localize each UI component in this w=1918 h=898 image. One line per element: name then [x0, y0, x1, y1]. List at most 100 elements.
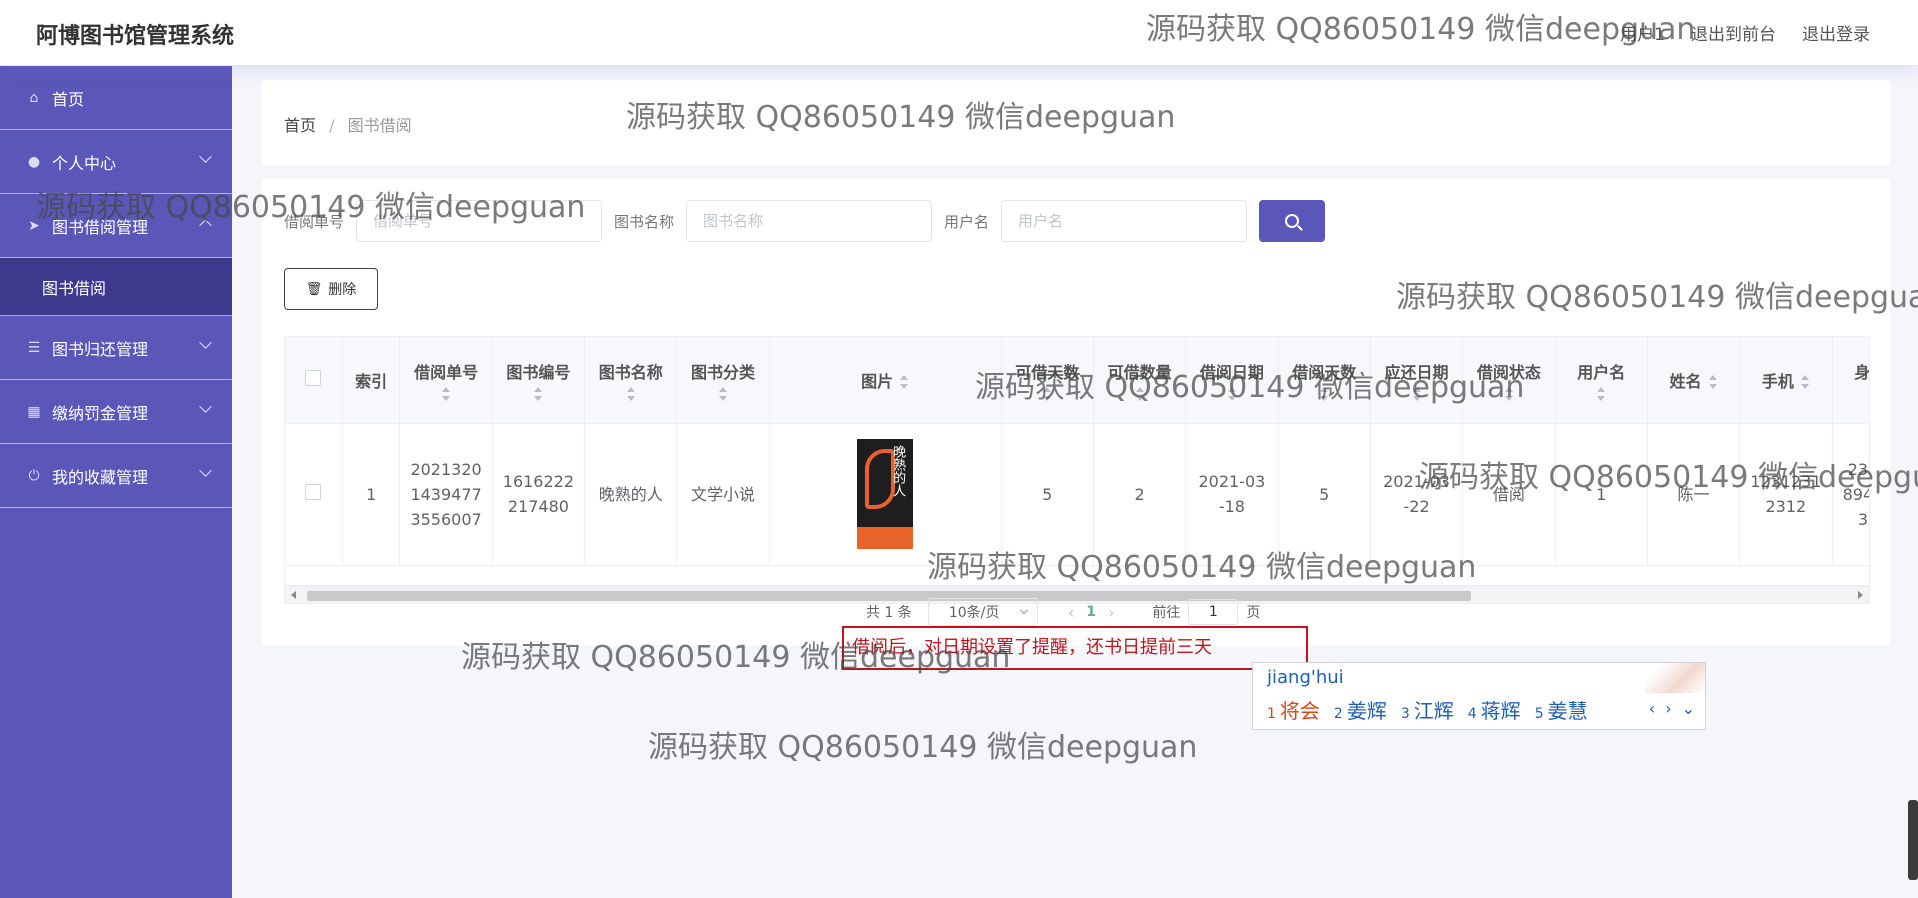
sort-icon[interactable]	[1227, 386, 1237, 401]
home-icon: ⌂	[29, 89, 39, 106]
table-cell: 陈一	[1647, 423, 1741, 566]
username-label: 用户名	[944, 212, 990, 231]
sidebar-subitem-book-borrow[interactable]: 图书借阅	[0, 258, 232, 316]
search-form: 借阅单号 图书名称 用户名	[284, 200, 1326, 242]
sort-icon[interactable]	[626, 386, 636, 401]
ime-candidate[interactable]: 4 蒋辉	[1468, 695, 1521, 724]
sort-icon[interactable]	[899, 375, 909, 390]
ime-candidate[interactable]: 5 姜慧	[1535, 695, 1588, 724]
goto-label: 前往	[1152, 605, 1181, 621]
column-header[interactable]: 姓名	[1647, 337, 1741, 424]
watermark: 源码获取 QQ86050149 微信deepguan	[648, 730, 1198, 765]
sidebar-item-fine-management[interactable]: ▦ 缴纳罚金管理	[0, 380, 232, 444]
book-name-input[interactable]	[686, 200, 933, 242]
scroll-right-icon[interactable]	[1858, 591, 1863, 599]
page-number[interactable]: 1	[1086, 604, 1096, 620]
column-header[interactable]: 图书编号	[492, 337, 586, 424]
grid-icon: ▦	[27, 403, 41, 420]
sidebar-item-borrow-management[interactable]: ➤ 图书借阅管理	[0, 194, 232, 258]
current-user-link[interactable]: 用户1	[1620, 20, 1665, 45]
page-size-select[interactable]: 10条/页	[927, 598, 1038, 626]
column-header[interactable]: 手机	[1739, 337, 1833, 424]
column-header: 索引	[342, 337, 401, 424]
prev-page-icon[interactable]: ‹	[1068, 603, 1074, 622]
top-bar: 阿博图书馆管理系统 用户1 退出到前台 退出登录	[0, 0, 1918, 66]
ime-candidate[interactable]: 2 姜辉	[1334, 695, 1387, 724]
column-header[interactable]: 借阅日期	[1185, 337, 1279, 424]
sort-icon[interactable]	[441, 386, 451, 401]
column-header[interactable]: 图片	[769, 337, 1002, 424]
column-header[interactable]: 用户名	[1555, 337, 1648, 424]
main-card: 借阅单号 图书名称 用户名 🗑 删除 索引 借阅单号 图书编号 图书名称	[262, 178, 1890, 646]
select-all-cell	[285, 337, 343, 424]
user-icon: ●	[27, 153, 41, 170]
sidebar-item-home[interactable]: ⌂ 首页	[0, 66, 232, 130]
borrow-table: 索引 借阅单号 图书编号 图书名称 图书分类 图片 可借天数 可借数量 借阅日期…	[284, 336, 1870, 586]
sidebar-item-label: 个人中心	[52, 153, 117, 173]
column-header[interactable]: 图书名称	[584, 337, 678, 424]
username-input[interactable]	[1001, 200, 1248, 242]
column-header[interactable]: 可借天数	[1001, 337, 1094, 424]
ime-prev-icon[interactable]: ‹	[1649, 699, 1655, 718]
sort-icon[interactable]	[718, 386, 728, 401]
exit-to-frontend-link[interactable]: 退出到前台	[1691, 20, 1776, 45]
column-header[interactable]: 借阅单号	[399, 337, 493, 424]
sort-icon[interactable]	[1800, 375, 1810, 390]
sidebar: ⌂ 首页 ● 个人中心 ➤ 图书借阅管理 图书借阅 ☰ 图书归还管理 ▦ 缴纳罚…	[0, 66, 232, 898]
top-links: 用户1 退出到前台 退出登录	[1620, 20, 1870, 45]
chevron-down-icon	[199, 336, 212, 349]
borrow-no-label: 借阅单号	[284, 212, 345, 231]
column-header[interactable]: 借阅天数	[1278, 337, 1371, 424]
table-cell: 2	[1093, 423, 1187, 566]
sort-icon[interactable]	[1504, 386, 1514, 401]
book-cover-image[interactable]: 晚熟的人	[829, 439, 942, 549]
sort-icon[interactable]	[1596, 386, 1606, 401]
delete-button[interactable]: 🗑 删除	[284, 268, 378, 310]
search-button[interactable]	[1259, 200, 1326, 242]
table-header-row: 索引 借阅单号 图书编号 图书名称 图书分类 图片 可借天数 可借数量 借阅日期…	[285, 337, 1869, 424]
ime-candidate-window: jiang'hui 1 将会 2 姜辉 3 江辉 4 蒋辉 5 姜慧 ‹ › ⌄	[1252, 662, 1706, 730]
book-cover-title: 晚熟的人	[890, 445, 906, 497]
book-cover: 晚熟的人	[857, 439, 914, 549]
column-header[interactable]: 借阅状态	[1462, 337, 1556, 424]
sort-icon[interactable]	[1708, 375, 1718, 390]
sort-icon[interactable]	[1135, 386, 1145, 401]
ime-candidate[interactable]: 1 将会	[1267, 695, 1320, 724]
column-header[interactable]: 应还日期	[1370, 337, 1464, 424]
borrow-no-input[interactable]	[356, 200, 603, 242]
sort-icon[interactable]	[1319, 386, 1329, 401]
sort-icon[interactable]	[533, 386, 543, 401]
sidebar-item-favorites-management[interactable]: ⏻ 我的收藏管理	[0, 444, 232, 508]
goto-page-input[interactable]: 1	[1188, 599, 1239, 625]
sidebar-item-return-management[interactable]: ☰ 图书归还管理	[0, 316, 232, 380]
table-row: 1 2021320 1439477 3556007 1616222 217480…	[285, 423, 1869, 566]
sort-icon[interactable]	[1042, 386, 1052, 401]
list-icon: ☰	[27, 339, 41, 356]
logout-link[interactable]: 退出登录	[1802, 20, 1870, 45]
scroll-left-icon[interactable]	[291, 591, 296, 599]
ime-pinyin: jiang'hui	[1267, 667, 1344, 688]
table-cell: 1	[342, 423, 401, 566]
ime-nav: ‹ › ⌄	[1649, 699, 1695, 718]
column-header[interactable]: 可借数量	[1093, 337, 1187, 424]
breadcrumb-separator: /	[329, 116, 335, 135]
column-header[interactable]: 身份证	[1832, 337, 1869, 424]
column-header[interactable]: 图书分类	[676, 337, 770, 424]
next-page-icon[interactable]: ›	[1108, 603, 1114, 622]
book-name-label: 图书名称	[614, 212, 675, 231]
table-cell: 晚熟的人	[584, 423, 678, 566]
chevron-down-icon	[199, 400, 212, 413]
table-cell: 借阅	[1462, 423, 1556, 566]
ime-candidate[interactable]: 3 江辉	[1401, 695, 1454, 724]
chevron-down-icon	[1019, 605, 1029, 615]
sort-icon[interactable]	[1412, 386, 1422, 401]
row-checkbox[interactable]	[305, 483, 322, 500]
select-all-checkbox[interactable]	[305, 369, 322, 386]
ime-expand-icon[interactable]: ⌄	[1682, 699, 1695, 718]
ime-next-icon[interactable]: ›	[1665, 699, 1671, 718]
breadcrumb-home[interactable]: 首页	[284, 116, 316, 135]
table-cell: 2021-03 -22	[1370, 423, 1464, 566]
sidebar-item-personal-center[interactable]: ● 个人中心	[0, 130, 232, 194]
table-cell: 2021-03 -18	[1185, 423, 1279, 566]
table-cell: 文学小说	[676, 423, 770, 566]
